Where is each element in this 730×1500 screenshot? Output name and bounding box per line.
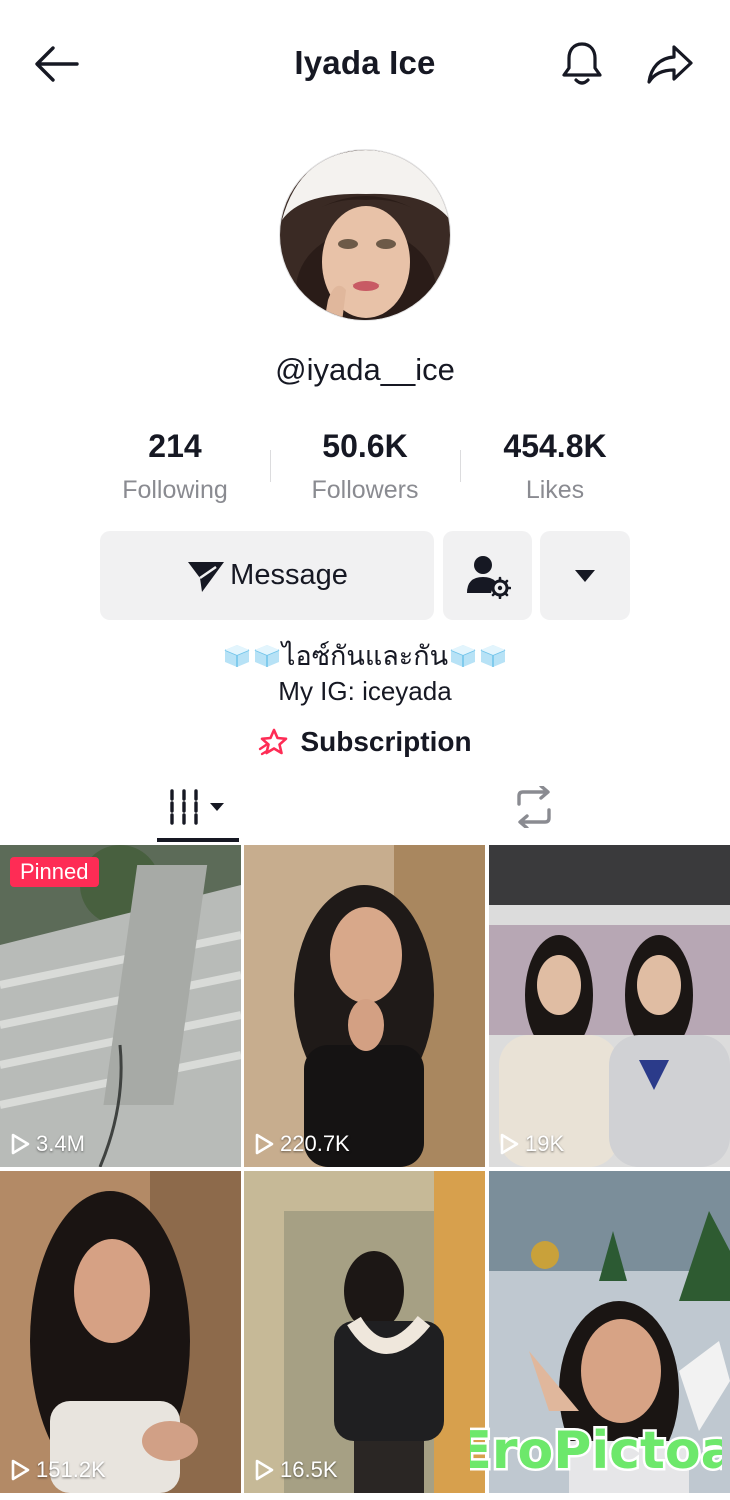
profile-handle: @iyada__ice bbox=[275, 352, 455, 387]
friend-settings-button[interactable] bbox=[443, 531, 532, 620]
avatar[interactable] bbox=[279, 149, 451, 321]
video-tile[interactable]: 16.5K bbox=[244, 1171, 485, 1493]
stat-value: 50.6K bbox=[322, 428, 408, 464]
subscription-link[interactable]: Subscription bbox=[0, 726, 730, 758]
play-icon bbox=[500, 1133, 519, 1155]
view-count-text: 3.4M bbox=[36, 1131, 85, 1156]
video-thumbnail bbox=[489, 845, 730, 1167]
grid-icon bbox=[170, 789, 224, 825]
view-count-text: 220.7K bbox=[280, 1131, 350, 1156]
view-count: 151.2K bbox=[10, 1457, 106, 1483]
profile-bio: ไอซ์กันและกัน My IG: iceyada bbox=[0, 638, 730, 708]
stat-following[interactable]: 214 Following bbox=[80, 426, 270, 516]
ice-cube-icon bbox=[480, 645, 506, 667]
avatar-image bbox=[280, 150, 450, 320]
video-tile[interactable]: Pinned 3.4M bbox=[0, 845, 241, 1167]
stat-value: 214 bbox=[148, 428, 202, 464]
subscription-label: Subscription bbox=[300, 726, 472, 757]
view-count: 19K bbox=[499, 1131, 564, 1157]
stat-followers[interactable]: 50.6K Followers bbox=[270, 426, 460, 516]
play-icon bbox=[11, 1459, 30, 1481]
view-count: 3.4M bbox=[10, 1131, 85, 1157]
stat-divider bbox=[460, 450, 461, 482]
share-arrow-icon bbox=[647, 45, 693, 84]
repost-icon bbox=[517, 786, 551, 828]
stat-divider bbox=[270, 450, 271, 482]
person-settings-icon bbox=[466, 555, 511, 599]
page-title: Iyada Ice bbox=[294, 44, 436, 81]
stat-value: 454.8K bbox=[503, 428, 607, 464]
play-icon bbox=[255, 1459, 274, 1481]
more-options-button[interactable] bbox=[540, 531, 630, 620]
play-icon bbox=[255, 1133, 274, 1155]
video-thumbnail bbox=[0, 845, 241, 1167]
video-thumbnail bbox=[244, 1171, 485, 1493]
video-tile[interactable]: 151.2K bbox=[0, 1171, 241, 1493]
bio-instagram: My IG: iceyada bbox=[278, 676, 452, 706]
star-icon bbox=[259, 728, 288, 756]
tab-repost[interactable] bbox=[492, 772, 576, 842]
stat-label: Following bbox=[122, 476, 228, 504]
stat-likes[interactable]: 454.8K Likes bbox=[460, 426, 650, 516]
svg-text:EroPictoa: EroPictoa bbox=[470, 1421, 722, 1481]
watermark-logo: EroPictoa bbox=[454, 1406, 730, 1490]
send-icon bbox=[188, 561, 225, 592]
bell-icon bbox=[562, 42, 602, 85]
view-count-text: 16.5K bbox=[280, 1457, 338, 1482]
notification-button[interactable] bbox=[554, 38, 610, 90]
video-thumbnail bbox=[244, 845, 485, 1167]
view-count: 16.5K bbox=[254, 1457, 338, 1483]
message-button[interactable]: Message bbox=[100, 531, 434, 620]
top-bar: Iyada Ice bbox=[0, 0, 730, 128]
video-tile[interactable]: 19K bbox=[489, 845, 730, 1167]
pinned-badge: Pinned bbox=[10, 857, 99, 887]
caret-down-icon bbox=[575, 569, 595, 582]
ice-cube-icon bbox=[254, 645, 280, 667]
view-count-text: 19K bbox=[525, 1131, 565, 1156]
view-count-text: 151.2K bbox=[36, 1457, 106, 1482]
video-thumbnail bbox=[0, 1171, 241, 1493]
message-label: Message bbox=[230, 559, 348, 591]
share-button[interactable] bbox=[642, 38, 698, 90]
content-tabs bbox=[0, 772, 730, 842]
video-tile[interactable]: 220.7K bbox=[244, 845, 485, 1167]
tab-videos[interactable] bbox=[156, 772, 240, 842]
play-icon bbox=[11, 1133, 30, 1155]
profile-stats: 214 Following 50.6K Followers 454.8K Lik… bbox=[80, 426, 650, 516]
ice-cube-icon bbox=[224, 645, 250, 667]
stat-label: Likes bbox=[525, 476, 585, 504]
bio-text: ไอซ์กันและกัน bbox=[281, 641, 449, 671]
ice-cube-icon bbox=[450, 645, 476, 667]
view-count: 220.7K bbox=[254, 1131, 350, 1157]
bio-line: ไอซ์กันและกัน bbox=[0, 638, 730, 674]
stat-label: Followers bbox=[311, 476, 419, 504]
tab-active-indicator bbox=[157, 838, 239, 842]
